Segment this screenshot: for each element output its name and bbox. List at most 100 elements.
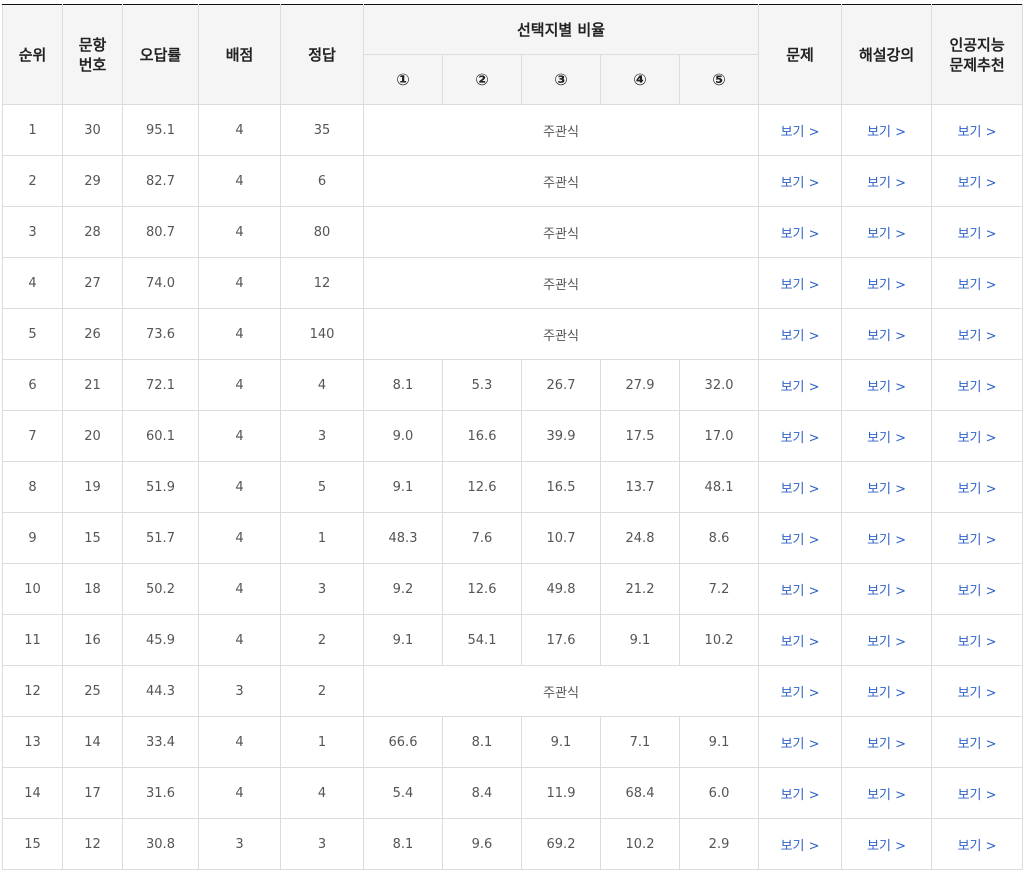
view-problem-link[interactable]: 보기 > [781,788,820,803]
view-ai-recommend-link[interactable]: 보기 > [958,329,997,344]
lecture-cell: 보기 > [841,818,933,870]
view-problem-link[interactable]: 보기 > [781,584,820,599]
rank-cell: 9 [2,512,63,564]
choice-4-ratio-cell: 68.4 [600,767,680,819]
view-ai-recommend-link[interactable]: 보기 > [958,176,997,191]
answer-cell: 4 [280,359,364,411]
choice-5-ratio-cell: 48.1 [678,461,760,513]
item-no-cell: 26 [62,308,123,360]
points-cell: 3 [198,818,281,870]
error-rate-cell: 72.1 [122,359,199,411]
view-ai-recommend-link[interactable]: 보기 > [958,380,997,395]
view-lecture-link[interactable]: 보기 > [867,176,906,191]
view-problem-link[interactable]: 보기 > [781,176,820,191]
error-rate-cell: 33.4 [122,716,199,768]
view-ai-recommend-link[interactable]: 보기 > [958,431,997,446]
view-problem-link[interactable]: 보기 > [781,227,820,242]
view-ai-recommend-link[interactable]: 보기 > [958,278,997,293]
view-problem-link[interactable]: 보기 > [781,380,820,395]
view-ai-recommend-link[interactable]: 보기 > [958,788,997,803]
choice-3-ratio-cell: 69.2 [521,818,601,870]
col-points-header: 배점 [198,4,281,105]
view-ai-recommend-link[interactable]: 보기 > [958,584,997,599]
choice-1-ratio-cell: 8.1 [363,818,443,870]
answer-cell: 4 [280,767,364,819]
choice-2-ratio-cell: 12.6 [442,461,522,513]
lecture-cell: 보기 > [841,614,933,666]
view-problem-link[interactable]: 보기 > [781,686,820,701]
view-ai-recommend-link[interactable]: 보기 > [958,482,997,497]
choice-2-ratio-cell: 5.3 [442,359,522,411]
view-problem-link[interactable]: 보기 > [781,737,820,752]
col-ai-header: 인공지능 문제추천 [931,4,1024,105]
answer-cell: 3 [280,410,364,462]
lecture-cell: 보기 > [841,767,933,819]
problem-cell: 보기 > [758,665,843,717]
item-no-cell: 14 [62,716,123,768]
item-no-cell: 28 [62,206,123,258]
choice-4-ratio-cell: 7.1 [600,716,680,768]
lecture-cell: 보기 > [841,257,933,309]
table-row: 5 26 73.6 4 140 주관식 보기 > 보기 > 보기 > [2,308,1024,360]
choice-2-ratio-cell: 9.6 [442,818,522,870]
view-problem-link[interactable]: 보기 > [781,278,820,293]
choice-2-ratio-cell: 54.1 [442,614,522,666]
view-ai-recommend-link[interactable]: 보기 > [958,227,997,242]
answer-cell: 1 [280,512,364,564]
table-row: 7 20 60.1 4 3 9.0 16.6 39.9 17.5 17.0 보기 > 보기 > 보기 > [2,410,1024,462]
answer-cell: 2 [280,665,364,717]
points-cell: 4 [198,512,281,564]
view-lecture-link[interactable]: 보기 > [867,482,906,497]
view-ai-recommend-link[interactable]: 보기 > [958,533,997,548]
view-ai-recommend-link[interactable]: 보기 > [958,125,997,140]
item-no-cell: 12 [62,818,123,870]
view-lecture-link[interactable]: 보기 > [867,329,906,344]
view-lecture-link[interactable]: 보기 > [867,839,906,854]
view-lecture-link[interactable]: 보기 > [867,584,906,599]
subjective-cell: 주관식 [362,206,760,258]
view-lecture-link[interactable]: 보기 > [867,533,906,548]
view-lecture-link[interactable]: 보기 > [867,431,906,446]
error-rate-table: 순위 문항 번호 오답률 배점 정답 선택지별 비율 문제 해설강의 인공지능 … [2,4,1024,870]
view-problem-link[interactable]: 보기 > [781,839,820,854]
view-ai-recommend-link[interactable]: 보기 > [958,839,997,854]
view-lecture-link[interactable]: 보기 > [867,278,906,293]
item-no-cell: 30 [62,104,123,156]
points-cell: 4 [198,308,281,360]
item-no-cell: 29 [62,155,123,207]
view-lecture-link[interactable]: 보기 > [867,686,906,701]
view-lecture-link[interactable]: 보기 > [867,788,906,803]
table-row: 10 18 50.2 4 3 9.2 12.6 49.8 21.2 7.2 보기 > 보기 > 보기 > [2,563,1024,615]
view-ai-recommend-link[interactable]: 보기 > [958,686,997,701]
view-ai-recommend-link[interactable]: 보기 > [958,737,997,752]
view-lecture-link[interactable]: 보기 > [867,635,906,650]
view-lecture-link[interactable]: 보기 > [867,737,906,752]
view-problem-link[interactable]: 보기 > [781,482,820,497]
view-lecture-link[interactable]: 보기 > [867,227,906,242]
points-cell: 4 [198,155,281,207]
choice-5-header: ⑤ [678,54,760,105]
view-lecture-link[interactable]: 보기 > [867,125,906,140]
choice-2-ratio-cell: 16.6 [442,410,522,462]
view-problem-link[interactable]: 보기 > [781,125,820,140]
table-header: 순위 문항 번호 오답률 배점 정답 선택지별 비율 문제 해설강의 인공지능 … [2,4,1024,105]
points-cell: 4 [198,461,281,513]
table-row: 4 27 74.0 4 12 주관식 보기 > 보기 > 보기 > [2,257,1024,309]
points-cell: 4 [198,716,281,768]
ai-recommend-cell: 보기 > [931,104,1024,156]
ai-recommend-cell: 보기 > [931,359,1024,411]
view-lecture-link[interactable]: 보기 > [867,380,906,395]
table-row: 2 29 82.7 4 6 주관식 보기 > 보기 > 보기 > [2,155,1024,207]
item-no-cell: 21 [62,359,123,411]
choice-1-ratio-cell: 8.1 [363,359,443,411]
table-row: 12 25 44.3 3 2 주관식 보기 > 보기 > 보기 > [2,665,1024,717]
col-rank-header: 순위 [2,4,63,105]
subjective-cell: 주관식 [362,308,760,360]
item-no-cell: 17 [62,767,123,819]
view-problem-link[interactable]: 보기 > [781,329,820,344]
view-problem-link[interactable]: 보기 > [781,533,820,548]
view-ai-recommend-link[interactable]: 보기 > [958,635,997,650]
view-problem-link[interactable]: 보기 > [781,431,820,446]
item-no-cell: 15 [62,512,123,564]
view-problem-link[interactable]: 보기 > [781,635,820,650]
